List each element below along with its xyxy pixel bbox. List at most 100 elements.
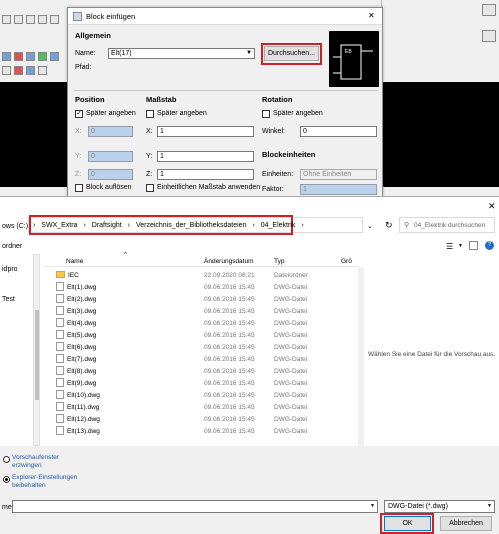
- units-input[interactable]: Ohne Einheiten: [300, 169, 377, 180]
- path-label: Pfad:: [75, 64, 92, 71]
- explode-checkbox[interactable]: [75, 184, 83, 192]
- filename-input[interactable]: ▼: [12, 500, 378, 513]
- view-icon[interactable]: ☰: [446, 242, 453, 251]
- list-scrollbar[interactable]: [358, 267, 364, 447]
- toolbar-button[interactable]: [26, 15, 35, 24]
- toolbar-button[interactable]: [38, 66, 47, 75]
- filetype-select[interactable]: DWG-Datei (*.dwg) ▼: [384, 500, 495, 513]
- chevron-down-icon[interactable]: ▼: [458, 243, 463, 249]
- toolbar-button[interactable]: [2, 66, 11, 75]
- toolbar-row-1: [0, 14, 70, 26]
- toolbar-button[interactable]: [2, 52, 11, 61]
- breadcrumb-item[interactable]: 04_Elektrik: [261, 222, 296, 229]
- nav-item[interactable]: idpro: [2, 266, 18, 273]
- toolbar-button[interactable]: [50, 52, 59, 61]
- nav-scrollbar[interactable]: [33, 254, 40, 446]
- preview-force-label[interactable]: Vorschaufenster erzwingen: [12, 454, 82, 470]
- pos-z-input[interactable]: 0: [88, 169, 133, 180]
- rotation-later-checkbox[interactable]: [262, 110, 270, 118]
- file-date: 09.06.2016 15:45: [204, 284, 255, 291]
- help-icon[interactable]: ?: [485, 241, 494, 250]
- breadcrumb-item[interactable]: SWX_Extra: [41, 222, 77, 229]
- browse-button[interactable]: Durchsuchen...: [264, 46, 319, 61]
- scale-z-input[interactable]: 1: [157, 169, 254, 180]
- angle-input[interactable]: 0: [300, 126, 377, 137]
- pos-z-label: Z:: [75, 171, 82, 178]
- panel-button[interactable]: [482, 30, 496, 42]
- breadcrumb-item[interactable]: Verzeichnis_der_Bibliotheksdateien: [136, 222, 247, 229]
- block-insert-dialog: Block einfügen ✕ Allgemein Name: Elt(17)…: [67, 7, 383, 197]
- uniform-scale-label: Einheitlichen Maßstab anwenden: [157, 184, 261, 191]
- close-icon[interactable]: ✕: [368, 11, 375, 20]
- file-type: DWG-Datei: [274, 404, 308, 411]
- close-icon[interactable]: ✕: [488, 201, 496, 212]
- toolbar-button[interactable]: [50, 15, 59, 24]
- panel-button[interactable]: [482, 4, 496, 16]
- list-item[interactable]: Elt(1).dwg 09.06.2016 15:45 DWG-Datei: [44, 281, 359, 294]
- preview-force-radio[interactable]: [3, 456, 10, 463]
- pos-y-input[interactable]: 0: [88, 151, 133, 162]
- chevron-down-icon[interactable]: ▼: [487, 501, 492, 512]
- chevron-down-icon[interactable]: ⌄: [367, 222, 373, 230]
- list-item[interactable]: Elt(12).dwg 09.06.2016 15:45 DWG-Datei: [44, 413, 359, 426]
- cancel-button[interactable]: Abbrechen: [440, 516, 492, 531]
- list-item[interactable]: Elt(4).dwg 09.06.2016 15:45 DWG-Datei: [44, 317, 359, 330]
- refresh-icon[interactable]: ↻: [385, 220, 393, 231]
- column-header-date[interactable]: Änderungsdatum: [204, 258, 254, 265]
- column-header-type[interactable]: Typ: [274, 258, 284, 265]
- list-item[interactable]: Elt(10).dwg 09.06.2016 15:45 DWG-Datei: [44, 389, 359, 402]
- new-folder-button[interactable]: ordner: [2, 243, 22, 250]
- toolbar-button[interactable]: [38, 15, 47, 24]
- drawing-canvas[interactable]: [0, 82, 70, 187]
- breadcrumb-sep-icon: ›: [301, 222, 304, 229]
- nav-item[interactable]: Test: [2, 296, 15, 303]
- preview-pane-icon[interactable]: [469, 241, 478, 250]
- toolbar-button[interactable]: [26, 52, 35, 61]
- toolbar-button[interactable]: [2, 15, 11, 24]
- section-position: Position: [75, 95, 105, 104]
- name-combobox[interactable]: Elt(17) ▼: [108, 48, 255, 59]
- ok-button[interactable]: OK: [384, 516, 431, 531]
- breadcrumb-item[interactable]: Draftsight: [92, 222, 122, 229]
- toolbar-button[interactable]: [38, 52, 47, 61]
- column-header-name[interactable]: Name: [66, 258, 83, 265]
- scale-later-label: Später angeben: [157, 110, 207, 117]
- scroll-thumb[interactable]: [35, 310, 39, 400]
- list-item[interactable]: Elt(6).dwg 09.06.2016 15:45 DWG-Datei: [44, 341, 359, 354]
- scale-y-input[interactable]: 1: [157, 151, 254, 162]
- list-item[interactable]: IEC 22.09.2020 08:21 Dateiordner: [44, 270, 359, 282]
- drawing-canvas-right[interactable]: [380, 82, 499, 187]
- toolbar-button[interactable]: [14, 52, 23, 61]
- chevron-down-icon[interactable]: ▼: [370, 503, 375, 509]
- list-item[interactable]: Elt(13).dwg 09.06.2016 15:45 DWG-Datei: [44, 425, 359, 438]
- file-type: DWG-Datei: [274, 392, 308, 399]
- chevron-down-icon[interactable]: ▼: [246, 49, 252, 58]
- section-rotation: Rotation: [262, 95, 293, 104]
- toolbar-button[interactable]: [14, 66, 23, 75]
- list-item[interactable]: Elt(8).dwg 09.06.2016 15:45 DWG-Datei: [44, 365, 359, 378]
- file-type: DWG-Datei: [274, 320, 308, 327]
- list-item[interactable]: Elt(7).dwg 09.06.2016 15:45 DWG-Datei: [44, 353, 359, 366]
- pos-x-input[interactable]: 0: [88, 126, 133, 137]
- column-header-size[interactable]: Grö: [341, 258, 352, 265]
- toolbar-row-2: [0, 50, 70, 64]
- scale-x-input[interactable]: 1: [157, 126, 254, 137]
- uniform-scale-checkbox[interactable]: [146, 184, 154, 192]
- toolbar-button[interactable]: [26, 66, 35, 75]
- file-date: 09.06.2016 15:45: [204, 296, 255, 303]
- list-item[interactable]: Elt(9).dwg 09.06.2016 15:45 DWG-Datei: [44, 377, 359, 390]
- list-item[interactable]: Elt(2).dwg 09.06.2016 15:45 DWG-Datei: [44, 293, 359, 306]
- dwg-file-icon: [56, 365, 64, 375]
- scale-later-checkbox[interactable]: [146, 110, 154, 118]
- list-item[interactable]: Elt(11).dwg 09.06.2016 15:45 DWG-Datei: [44, 401, 359, 414]
- file-date: 22.09.2020 08:21: [204, 272, 255, 279]
- search-box[interactable]: ⚲ 04_Elektrik durchsuchen: [399, 217, 495, 233]
- explorer-keep-label[interactable]: Explorer-Einstellungen beibehalten: [12, 474, 87, 490]
- search-icon: ⚲: [404, 222, 410, 229]
- position-later-checkbox[interactable]: ✓: [75, 110, 83, 118]
- list-item[interactable]: Elt(3).dwg 09.06.2016 15:45 DWG-Datei: [44, 305, 359, 318]
- toolbar-button[interactable]: [14, 15, 23, 24]
- list-item[interactable]: Elt(5).dwg 09.06.2016 15:45 DWG-Datei: [44, 329, 359, 342]
- factor-input[interactable]: 1: [300, 184, 377, 195]
- explorer-keep-radio[interactable]: [3, 476, 10, 483]
